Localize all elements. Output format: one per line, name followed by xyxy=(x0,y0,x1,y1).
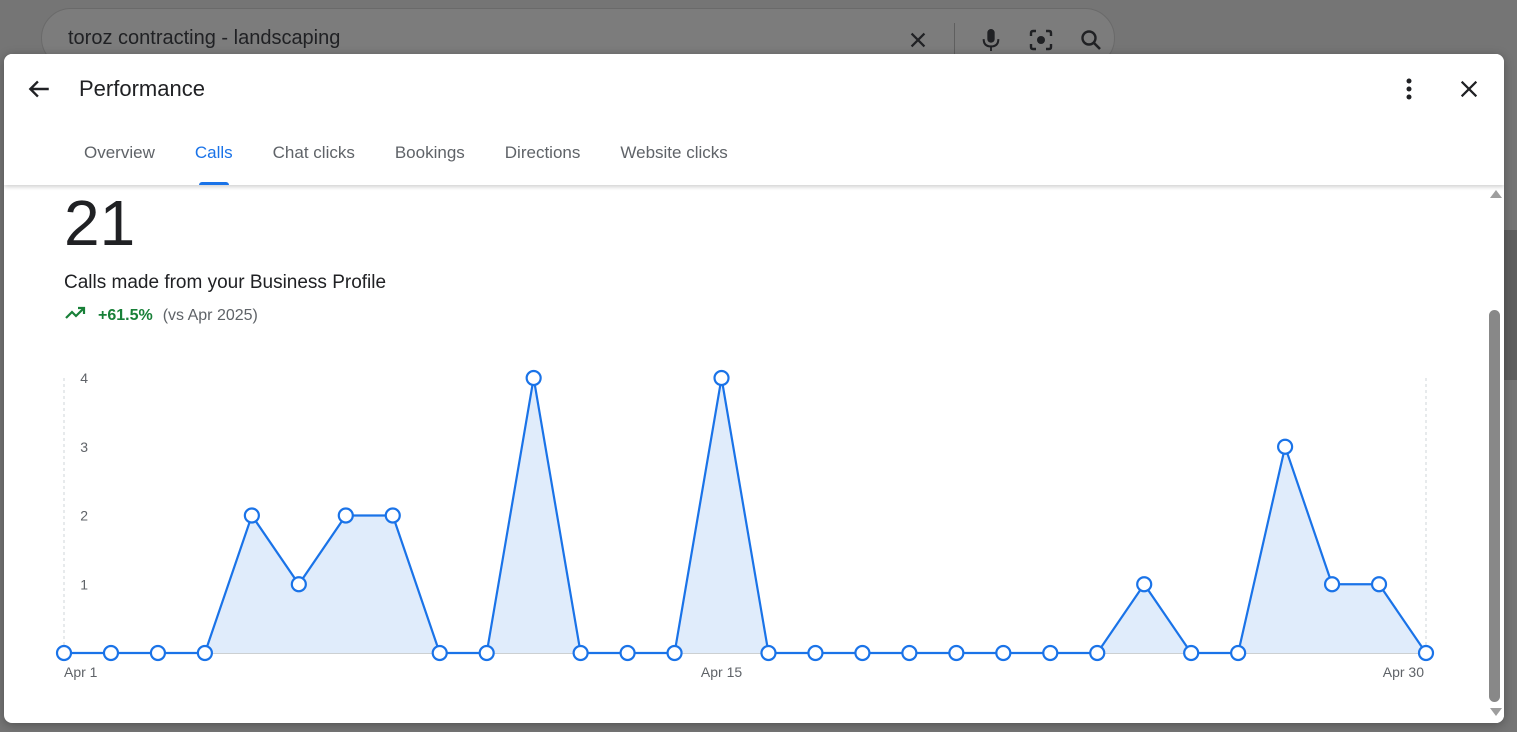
dialog-title: Performance xyxy=(79,76,205,101)
chart-point[interactable] xyxy=(666,644,683,662)
chart-x-tick-label: Apr 30 xyxy=(1383,664,1424,680)
chart-point[interactable] xyxy=(1417,644,1435,662)
chart-y-ticks: 1 2 3 4 xyxy=(80,370,88,592)
calls-chart: 1 2 3 4 Apr 1 Apr 15 Apr 30 xyxy=(55,369,1435,680)
search-icon[interactable] xyxy=(1077,26,1105,54)
chart-point[interactable] xyxy=(478,644,495,662)
chart-point[interactable] xyxy=(948,644,965,662)
chart-x-tick-label: Apr 1 xyxy=(64,664,98,680)
chart-x-tick-label: Apr 15 xyxy=(701,664,742,680)
chart-y-tick-label: 4 xyxy=(80,370,88,386)
dialog-header: Performance Overview Calls Chat clicks B… xyxy=(4,54,1504,185)
tab-directions[interactable]: Directions xyxy=(485,132,601,185)
chart-x-ticks: Apr 1 Apr 15 Apr 30 xyxy=(64,664,1424,680)
chart-y-tick-label: 1 xyxy=(80,576,88,592)
tab-website-clicks[interactable]: Website clicks xyxy=(600,132,747,185)
performance-dialog: Performance Overview Calls Chat clicks B… xyxy=(4,54,1504,723)
chart-y-tick-label: 3 xyxy=(80,439,88,455)
chart-point[interactable] xyxy=(1230,644,1247,662)
scroll-down-arrow-icon[interactable] xyxy=(1490,708,1502,716)
chart-point[interactable] xyxy=(1042,644,1059,662)
chart-point[interactable] xyxy=(713,369,730,387)
tab-bookings[interactable]: Bookings xyxy=(375,132,485,185)
chart-point[interactable] xyxy=(1323,576,1341,593)
chart-point[interactable] xyxy=(995,644,1012,662)
chart-point[interactable] xyxy=(572,644,589,662)
scroll-up-arrow-icon[interactable] xyxy=(1490,190,1502,198)
tab-overview[interactable]: Overview xyxy=(64,132,175,185)
calls-content: 21 Calls made from your Business Profile… xyxy=(4,185,1486,723)
chart-point[interactable] xyxy=(431,644,448,662)
chart-point[interactable] xyxy=(619,644,636,662)
chart-point[interactable] xyxy=(290,576,307,593)
chart-point[interactable] xyxy=(196,644,213,662)
tab-chat-clicks[interactable]: Chat clicks xyxy=(253,132,375,185)
back-arrow-icon[interactable] xyxy=(24,74,54,104)
chart-point[interactable] xyxy=(337,507,354,524)
clear-icon[interactable] xyxy=(904,26,932,54)
chart-point[interactable] xyxy=(149,644,167,662)
chart-point[interactable] xyxy=(807,644,824,662)
search-divider xyxy=(954,23,955,57)
chart-point[interactable] xyxy=(55,644,73,662)
chart-y-tick-label: 2 xyxy=(80,508,88,524)
scrollbar[interactable] xyxy=(1486,185,1504,723)
chart-point[interactable] xyxy=(1136,576,1153,593)
chart-point[interactable] xyxy=(525,369,542,387)
search-actions xyxy=(904,23,1127,57)
chart-point[interactable] xyxy=(854,644,871,662)
close-icon[interactable] xyxy=(1454,74,1484,104)
tab-calls[interactable]: Calls xyxy=(175,132,253,185)
scroll-thumb[interactable] xyxy=(1489,310,1500,702)
chart-point[interactable] xyxy=(760,644,777,662)
chart-point[interactable] xyxy=(243,507,260,524)
search-input[interactable]: toroz contracting - landscaping xyxy=(68,27,340,50)
chart-point[interactable] xyxy=(102,644,120,662)
chart-point[interactable] xyxy=(1089,644,1106,662)
chart-point[interactable] xyxy=(901,644,918,662)
tab-bar: Overview Calls Chat clicks Bookings Dire… xyxy=(64,132,748,185)
chart-point[interactable] xyxy=(1370,576,1388,593)
more-options-icon[interactable] xyxy=(1396,74,1422,104)
background-right-strip xyxy=(1504,230,1517,380)
camera-lens-icon[interactable] xyxy=(1027,26,1055,54)
chart-point[interactable] xyxy=(1183,644,1200,662)
microphone-icon[interactable] xyxy=(977,26,1005,54)
chart-point[interactable] xyxy=(384,507,401,524)
chart-point[interactable] xyxy=(1277,438,1294,455)
